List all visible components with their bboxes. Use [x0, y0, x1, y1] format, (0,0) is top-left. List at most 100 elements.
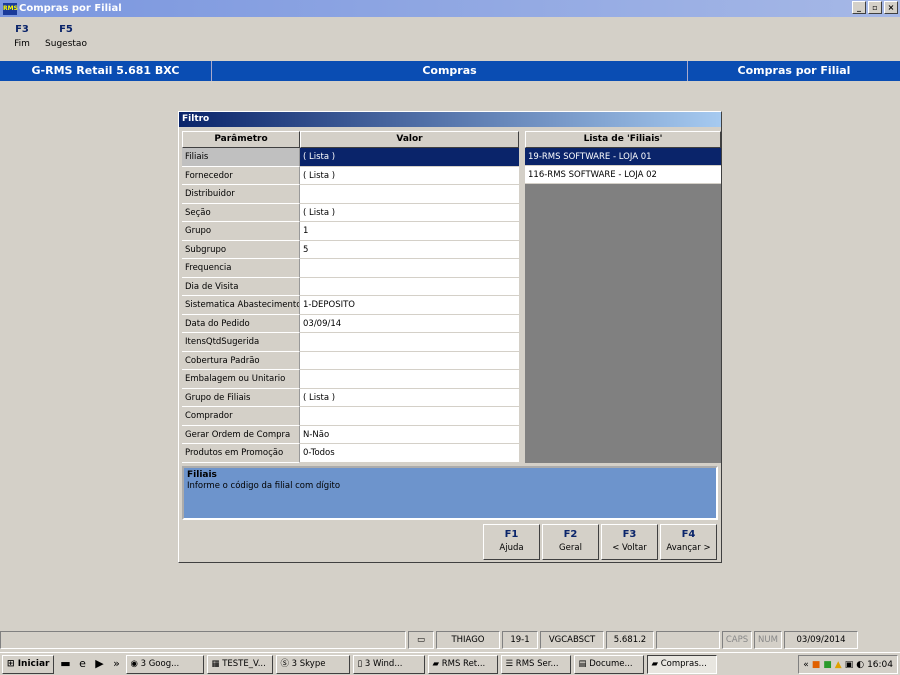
tray-app-icon[interactable]: ■: [812, 660, 821, 670]
parameter-value-field[interactable]: ( Lista ): [300, 148, 519, 167]
parameter-value-field[interactable]: [300, 259, 519, 278]
parameter-value-field[interactable]: 1: [300, 222, 519, 241]
button-key: F4: [681, 529, 696, 540]
taskbar-item-rms-retail[interactable]: ▰ RMS Ret...: [428, 654, 499, 674]
screen-name: Compras por Filial: [737, 64, 851, 77]
table-row[interactable]: Gerar Ordem de Compra N-Não: [182, 425, 519, 444]
parameter-value-field[interactable]: [300, 185, 519, 204]
parameter-value-field[interactable]: [300, 277, 519, 296]
table-row[interactable]: Comprador: [182, 407, 519, 426]
parameter-value-field[interactable]: ( Lista ): [300, 203, 519, 222]
taskbar-item-document[interactable]: ▤ Docume...: [574, 654, 645, 674]
show-desktop-icon[interactable]: ▬: [58, 657, 72, 671]
parameter-label: Grupo: [182, 222, 300, 241]
minimize-button[interactable]: _: [852, 1, 866, 14]
table-row[interactable]: Fornecedor( Lista ): [182, 166, 519, 185]
dialog-title: Filtro: [179, 112, 721, 127]
parameter-value-field[interactable]: ( Lista ): [300, 166, 519, 185]
parameter-value-field[interactable]: [300, 370, 519, 389]
taskbar-item-explorer[interactable]: ▯ 3 Wind...: [353, 654, 426, 674]
maximize-button[interactable]: ▫: [868, 1, 882, 14]
button-label: Avançar >: [666, 543, 711, 553]
taskbar-item-chrome[interactable]: ◉ 3 Goog...: [126, 654, 205, 674]
parameter-label: Data do Pedido: [182, 314, 300, 333]
start-button[interactable]: ⊞ Iniciar: [2, 654, 55, 674]
taskbar-item-label: Compras...: [660, 658, 707, 669]
tray-volume-icon[interactable]: ◐: [856, 660, 864, 670]
table-row[interactable]: Distribuidor: [182, 185, 519, 204]
table-row[interactable]: Grupo 1: [182, 222, 519, 241]
tray-security-icon[interactable]: ■: [823, 660, 832, 670]
parameter-value-field[interactable]: 1-DEPOSITO: [300, 296, 519, 315]
avancar-button[interactable]: F4 Avançar >: [660, 524, 717, 560]
f5-sugestao-button[interactable]: F5 Sugestao: [44, 18, 88, 58]
table-row[interactable]: Grupo de Filiais( Lista ): [182, 388, 519, 407]
function-key-bar: F3 Fim F5 Sugestao: [0, 18, 88, 58]
taskbar-item-rms-server[interactable]: ☰ RMS Ser...: [501, 654, 572, 674]
tray-overflow-icon[interactable]: «: [803, 660, 809, 670]
parameter-label: Grupo de Filiais: [182, 388, 300, 407]
table-row[interactable]: Frequencia: [182, 259, 519, 278]
list-item[interactable]: 116-RMS SOFTWARE - LOJA 02: [525, 166, 721, 184]
column-header-parameter: Parâmetro: [182, 131, 300, 148]
table-row[interactable]: Embalagem ou Unitario: [182, 370, 519, 389]
taskbar-item-compras[interactable]: ▰ Compras...: [647, 654, 718, 674]
column-header-value: Valor: [300, 131, 519, 148]
parameter-value-field[interactable]: 03/09/14: [300, 314, 519, 333]
ajuda-button[interactable]: F1 Ajuda: [483, 524, 540, 560]
parameter-value-field[interactable]: [300, 407, 519, 426]
voltar-button[interactable]: F3 < Voltar: [601, 524, 658, 560]
table-row[interactable]: Sistematica Abastecimento 1-DEPOSITO: [182, 296, 519, 315]
taskbar-item-label: TESTE_V...: [222, 658, 266, 669]
window-controls: _ ▫ ×: [852, 1, 898, 14]
table-row[interactable]: ItensQtdSugerida: [182, 333, 519, 352]
parameter-label: Distribuidor: [182, 185, 300, 204]
tray-update-icon[interactable]: ▲: [835, 660, 842, 670]
taskbar: ⊞ Iniciar ▬ e ▶ » ◉ 3 Goog... ▦ TESTE_V.…: [0, 652, 900, 675]
table-row[interactable]: Seção( Lista ): [182, 203, 519, 222]
close-button[interactable]: ×: [884, 1, 898, 14]
parameter-label: Comprador: [182, 407, 300, 426]
server-icon: ☰: [505, 658, 516, 669]
table-row[interactable]: Produtos em Promoção 0-Todos: [182, 444, 519, 463]
parameter-value-field[interactable]: ( Lista ): [300, 388, 519, 407]
geral-button[interactable]: F2 Geral: [542, 524, 599, 560]
parameter-label: Subgrupo: [182, 240, 300, 259]
status-version: 5.681.2: [606, 631, 654, 649]
parameter-label: Produtos em Promoção: [182, 444, 300, 463]
parameter-label: Frequencia: [182, 259, 300, 278]
status-station: VGCABSCT: [540, 631, 604, 649]
num-indicator: NUM: [754, 631, 782, 649]
taskbar-item-label: 3 Skype: [291, 658, 326, 669]
button-key: F3: [622, 529, 637, 540]
media-player-icon[interactable]: ▶: [92, 657, 106, 671]
status-empty: [656, 631, 720, 649]
table-row[interactable]: Cobertura Padrão: [182, 351, 519, 370]
parameter-value-field[interactable]: 0-Todos: [300, 444, 519, 463]
f3-fim-button[interactable]: F3 Fim: [0, 18, 44, 58]
list-item[interactable]: 19-RMS SOFTWARE - LOJA 01: [525, 148, 721, 166]
parameter-value-field[interactable]: N-Não: [300, 425, 519, 444]
product-name: G-RMS Retail 5.681 BXC: [0, 61, 212, 81]
parameter-value-field[interactable]: 5: [300, 240, 519, 259]
teste-icon: ▦: [211, 658, 223, 669]
parameter-label: Filiais: [182, 148, 300, 167]
start-label: Iniciar: [17, 658, 50, 669]
grid-header: Parâmetro Valor: [182, 131, 519, 148]
taskbar-item-teste[interactable]: ▦ TESTE_V...: [207, 654, 274, 674]
quicklaunch-overflow-icon[interactable]: »: [109, 657, 123, 671]
taskbar-item-label: 3 Wind...: [364, 658, 403, 669]
internet-explorer-icon[interactable]: e: [75, 657, 89, 671]
table-row[interactable]: Filiais( Lista ): [182, 148, 519, 167]
table-row[interactable]: Subgrupo 5: [182, 240, 519, 259]
taskbar-item-skype[interactable]: Ⓢ 3 Skype: [276, 654, 351, 674]
table-row[interactable]: Dia de Visita: [182, 277, 519, 296]
parameter-label: Seção: [182, 203, 300, 222]
tray-network-icon[interactable]: ▣: [845, 660, 854, 670]
parameter-label: Sistematica Abastecimento: [182, 296, 300, 315]
rms-icon: ▰: [432, 658, 442, 669]
parameter-value-field[interactable]: [300, 351, 519, 370]
parameter-label: ItensQtdSugerida: [182, 333, 300, 352]
table-row[interactable]: Data do Pedido 03/09/14: [182, 314, 519, 333]
parameter-value-field[interactable]: [300, 333, 519, 352]
